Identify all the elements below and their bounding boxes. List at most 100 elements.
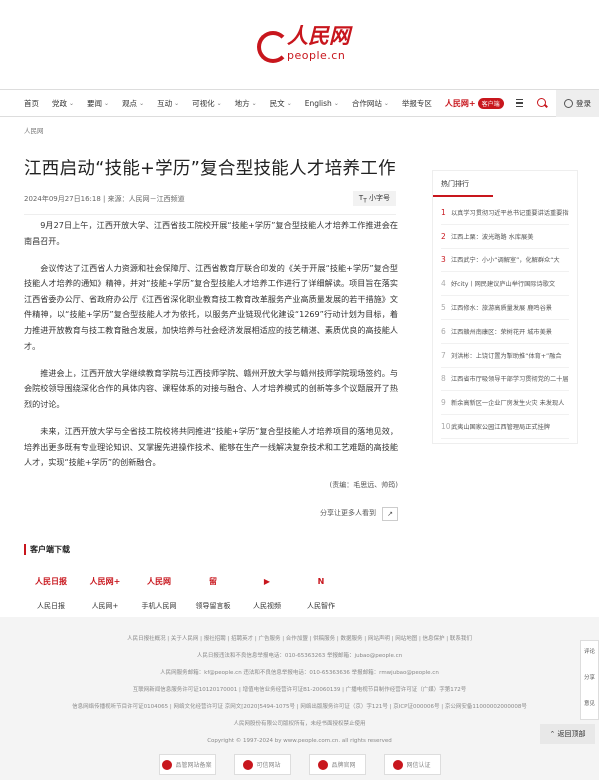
article-body: 9月27日上午，江西开放大学、江西省技工院校开展“技能+学历”复合型技能人才培养… (24, 218, 398, 522)
nav-report[interactable]: 举报专区 (402, 98, 432, 109)
hot-item[interactable]: 3 江西武宁：小小“调解室”，化解群众“大 (441, 249, 569, 273)
rank-number: 10 (441, 422, 451, 432)
cert-badge[interactable]: 可信网站 (233, 754, 291, 775)
nav-visual[interactable]: 可视化 ⌄ (192, 98, 222, 109)
nav-home[interactable]: 首页 (24, 98, 39, 109)
back-to-top-button[interactable]: ⌃ 返回顶部 (540, 724, 595, 744)
share-label: 分享让更多人看到 (320, 508, 376, 517)
app-icon: 人民日报 (35, 576, 67, 586)
breadcrumb[interactable]: 人民网 (24, 125, 44, 135)
article-source: 2024年09月27日16:18 | 来源：人民网－江西频道 (24, 195, 185, 203)
main-nav: 首页 党政 ⌄ 要闻 ⌄ 观点 ⌄ 互动 ⌄ 可视化 ⌄ 地方 ⌄ 民文 ⌄ English ⌄… (0, 89, 599, 117)
hot-item[interactable]: 5 江西修水：旅游高质量发展 鹿鸣谷景 (441, 296, 569, 320)
badge-icon (243, 759, 254, 770)
app-item[interactable]: ▶ 人民视频 (240, 569, 294, 611)
client-title: 客户端下载 (24, 544, 575, 555)
app-item[interactable]: 人民网+ 人民网+ (78, 569, 132, 611)
hot-item-title: 江西武宁：小小“调解室”，化解群众“大 (451, 257, 560, 265)
hot-item[interactable]: 4 好city丨网民建议庐山举行国际诗歌文 (441, 272, 569, 297)
app-label: 人民智作 (307, 602, 335, 610)
app-icon: 人民网+ (89, 576, 121, 586)
footer-row[interactable]: 人民日报社概况 | 关于人民网 | 报社招聘 | 招聘英才 | 广告服务 | 合… (0, 631, 599, 648)
nav-interact[interactable]: 互动 ⌄ (157, 98, 179, 109)
hot-item[interactable]: 1 以真学习贯彻习近平总书记重要讲话重要指 (441, 201, 569, 225)
nav-ethnic[interactable]: 民文 ⌄ (270, 98, 292, 109)
client-download: 客户端下载 人民日报 人民日报 人民网+ 人民网+ 人民网 手机人民网留领导留言板 ▶ 人民视… (24, 544, 575, 611)
share-row: 分享让更多人看到 ↗ (24, 506, 398, 522)
article-meta: 2024年09月27日16:18 | 来源：人民网－江西频道 TT 小字号 (24, 191, 396, 215)
nav-news[interactable]: 要闻 ⌄ (87, 98, 109, 109)
hot-item-title: 新余高新区一企业厂房发生火灾 未发现人 (451, 400, 565, 408)
menu-icon[interactable] (515, 97, 524, 110)
badge-icon (318, 759, 329, 770)
paragraph: 会议传达了江西省人力资源和社会保障厅、江西省教育厅联合印发的《关于开展“技能+学… (24, 262, 398, 351)
hot-item[interactable]: 7 刘洪彬：上饶订置为掣助推“体育+”融合 (441, 344, 569, 368)
badge-icon (162, 759, 173, 770)
nav-partners[interactable]: 合作网站 ⌄ (352, 98, 389, 109)
site-header: 人民网 people.cn (0, 0, 599, 90)
search-icon[interactable] (537, 97, 546, 109)
rank-number: 3 (441, 255, 446, 265)
app-list: 人民日报 人民日报 人民网+ 人民网+ 人民网 手机人民网留领导留言板 ▶ 人民视频 N 人民智作 (24, 569, 575, 611)
feedback-button[interactable]: 意见 (581, 693, 598, 719)
hot-ranking: 热门排行 1 以真学习贯彻习近平总书记重要讲话重要指 2 江西上栗：波光路路 水库展美… (432, 170, 578, 444)
badge-icon (393, 759, 404, 770)
app-label: 人民视频 (253, 602, 281, 610)
cert-badge[interactable]: 网信认证 (383, 754, 441, 775)
cert-badge[interactable]: 品牌官网 (308, 754, 366, 775)
logo-en: people.cn (287, 48, 346, 62)
badge-label: 品管网站备案 (175, 762, 212, 769)
footer-row: 人民网服务邮箱：kf@people.cn 违法和不良信息举报电话：010-653… (160, 670, 439, 676)
hot-ranking-title: 热门排行 (433, 171, 493, 197)
hot-item-title: 江西修水：旅游高质量发展 鹿鸣谷景 (451, 305, 552, 313)
comment-button[interactable]: 评论 (581, 641, 598, 667)
login-button[interactable]: 登录 (556, 89, 599, 117)
app-icon: N (317, 576, 325, 586)
hot-item-title: 江西省市厅吸领导干部学习贯彻党的二十届 (451, 376, 569, 384)
rank-number: 5 (441, 303, 446, 313)
app-label: 人民日报 (37, 602, 65, 610)
app-item[interactable]: 留领导留言板 (186, 569, 240, 611)
app-download-badge[interactable]: 人民网+ 客户端 (444, 97, 504, 109)
hot-item[interactable]: 10 武夷山国家公园江西管理局正式挂牌 (441, 415, 569, 439)
share-side-button[interactable]: 分享 (581, 667, 598, 693)
hot-item-title: 刘洪彬：上饶订置为掣助推“体育+”融合 (451, 352, 562, 360)
editor-credit: (责编：毛思远、帅筠) (329, 481, 398, 490)
nav-local[interactable]: 地方 ⌄ (235, 98, 257, 109)
chevron-down-icon: ⌄ (69, 99, 75, 107)
rank-number: 1 (441, 207, 446, 217)
paragraph: 9月27日上午，江西开放大学、江西省技工院校开展“技能+学历”复合型技能人才培养… (24, 220, 398, 246)
hot-list: 1 以真学习贯彻习近平总书记重要讲话重要指 2 江西上栗：波光路路 水库展美 3 江西武宁… (433, 197, 577, 443)
login-label: 登录 (576, 98, 591, 108)
hot-item[interactable]: 9 新余高新区一企业厂房发生火灾 未发现人 (441, 391, 569, 416)
footer-row: Copyright © 1997-2024 by www.people.com.… (207, 738, 392, 744)
chevron-down-icon: ⌄ (216, 99, 222, 107)
share-button[interactable]: ↗ (382, 506, 398, 521)
app-brand: 人民网+ (444, 98, 476, 108)
hot-item[interactable]: 6 江西赣州南康区：荣树花开 城市美景 (441, 320, 569, 344)
site-logo[interactable]: 人民网 people.cn (255, 25, 350, 63)
app-item[interactable]: N 人民智作 (294, 569, 348, 611)
app-label: 人民网+ (91, 602, 119, 610)
app-icon: ▶ (263, 576, 271, 586)
nav-english[interactable]: English ⌄ (305, 99, 339, 108)
nav-opinion[interactable]: 观点 ⌄ (122, 98, 144, 109)
footer-row: 互联网新闻信息服务许可证10120170001 | 增值电信业务经营许可证B1-… (132, 687, 467, 693)
site-footer: 人民日报社概况 | 关于人民网 | 报社招聘 | 招聘英才 | 广告服务 | 合… (0, 617, 599, 780)
cert-badge[interactable]: 品管网站备案 (158, 754, 216, 775)
rank-number: 6 (441, 326, 446, 336)
hot-item-title: 武夷山国家公园江西管理局正式挂牌 (451, 424, 550, 432)
app-label: 手机人民网 (141, 602, 177, 610)
chevron-down-icon: ⌄ (286, 99, 292, 107)
hot-item-title: 好city丨网民建议庐山举行国际诗歌文 (451, 281, 556, 289)
font-size-button[interactable]: TT 小字号 (352, 191, 396, 207)
footer-row: 信息网络传播视听节目许可证0104065 | 网络文化经营许可证 京网文[202… (72, 704, 527, 710)
app-item[interactable]: 人民日报 人民日报 (24, 569, 78, 611)
hot-item[interactable]: 8 江西省市厅吸领导干部学习贯彻党的二十届 (441, 368, 569, 392)
nav-party[interactable]: 党政 ⌄ (52, 98, 74, 109)
chevron-down-icon: ⌄ (104, 99, 110, 107)
float-toolbar: 评论 分享 意见 (580, 640, 599, 720)
app-item[interactable]: 人民网 手机人民网 (132, 569, 186, 611)
rank-number: 7 (441, 350, 446, 360)
hot-item[interactable]: 2 江西上栗：波光路路 水库展美 (441, 225, 569, 249)
